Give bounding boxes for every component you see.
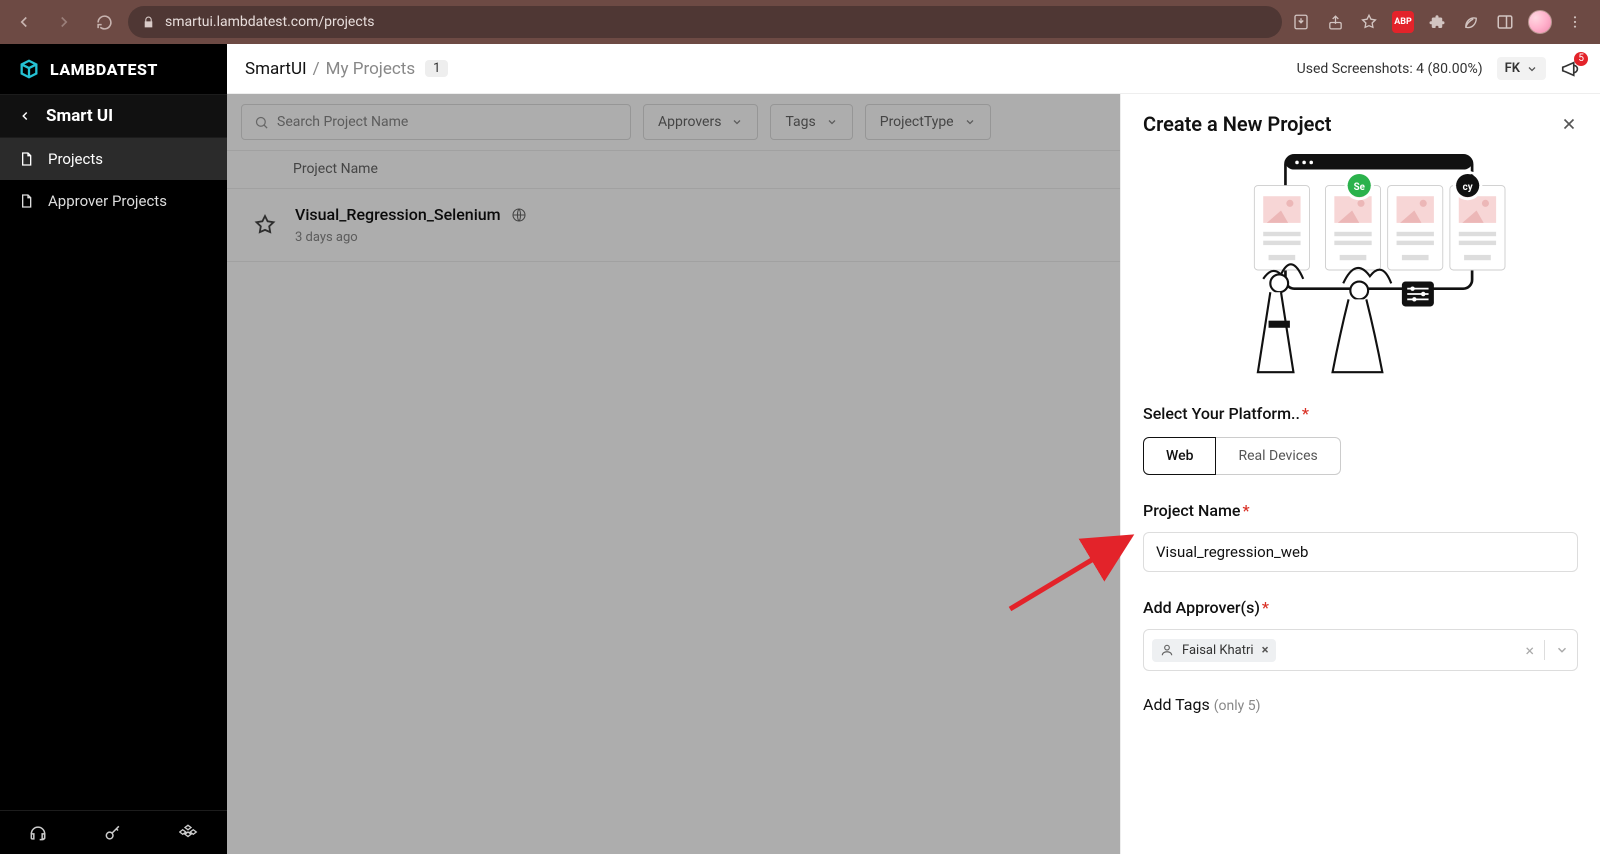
install-app-icon[interactable] [1290, 11, 1312, 33]
brand[interactable]: LAMBDATEST [0, 44, 227, 94]
integration-icon[interactable] [179, 823, 199, 843]
key-icon[interactable] [103, 823, 123, 843]
user-initials: FK [1505, 61, 1520, 76]
used-screenshots-label: Used Screenshots: 4 (80.00%) [1297, 61, 1483, 77]
drawer-title: Create a New Project [1143, 112, 1332, 136]
brand-name: LAMBDATEST [50, 60, 158, 79]
user-icon [1160, 643, 1174, 657]
back-chevron-icon [18, 109, 32, 123]
sidebar-item-approver-projects[interactable]: Approver Projects [0, 180, 227, 222]
chevron-down-icon[interactable] [1555, 643, 1569, 657]
kebab-menu-icon[interactable] [1564, 11, 1586, 33]
chip-remove-icon[interactable]: × [1262, 643, 1269, 658]
lock-icon [142, 16, 155, 29]
browser-chrome: smartui.lambdatest.com/projects ABP [0, 0, 1600, 44]
adblock-extension-icon[interactable]: ABP [1392, 11, 1414, 33]
share-icon[interactable] [1324, 11, 1346, 33]
clear-select-icon[interactable]: × [1525, 641, 1534, 660]
forward-button[interactable] [48, 6, 80, 38]
approvers-select[interactable]: Faisal Khatri × × [1143, 629, 1578, 671]
extensions-puzzle-icon[interactable] [1426, 11, 1448, 33]
hero-illustration: Se cy [1143, 136, 1578, 396]
leaf-extension-icon[interactable] [1460, 11, 1482, 33]
project-name-label: Project Name* [1143, 501, 1578, 520]
close-icon [1560, 115, 1578, 133]
close-button[interactable] [1560, 115, 1578, 133]
document-icon [18, 193, 34, 209]
svg-text:Se: Se [1353, 182, 1365, 193]
sidepanel-icon[interactable] [1494, 11, 1516, 33]
chevron-down-icon [1526, 63, 1538, 75]
module-name: Smart UI [46, 106, 113, 126]
platform-web-button[interactable]: Web [1143, 437, 1216, 475]
platform-real-devices-button[interactable]: Real Devices [1216, 437, 1340, 475]
url-bar[interactable]: smartui.lambdatest.com/projects [128, 6, 1282, 38]
brand-mark-icon [18, 58, 40, 80]
document-icon [18, 151, 34, 167]
sidebar-item-projects[interactable]: Projects [0, 138, 227, 180]
user-menu[interactable]: FK [1497, 57, 1546, 80]
sidebar-footer [0, 810, 227, 854]
notifications-button[interactable]: 5 [1560, 58, 1582, 80]
create-project-drawer: Create a New Project [1120, 94, 1600, 854]
approvers-label: Add Approver(s)* [1143, 598, 1578, 617]
breadcrumb: SmartUI / My Projects 1 [245, 59, 448, 79]
module-header[interactable]: Smart UI [0, 94, 227, 138]
reload-button[interactable] [88, 6, 120, 38]
crumb-current: My Projects [326, 59, 415, 79]
crumb-sep: / [313, 59, 320, 79]
topbar: SmartUI / My Projects 1 Used Screenshots… [227, 44, 1600, 94]
tags-label: Add Tags (only 5) [1143, 695, 1578, 714]
app-frame: LAMBDATEST Smart UI Projects Approver Pr… [0, 44, 1600, 854]
sidebar-item-label: Projects [48, 150, 103, 168]
url-text: smartui.lambdatest.com/projects [165, 14, 375, 30]
platform-label: Select Your Platform..* [1143, 404, 1578, 423]
crumb-root[interactable]: SmartUI [245, 59, 307, 79]
support-headset-icon[interactable] [28, 823, 48, 843]
select-controls: × [1525, 640, 1569, 660]
approver-chip[interactable]: Faisal Khatri × [1152, 639, 1276, 662]
platform-segment: Web Real Devices [1143, 437, 1578, 475]
chrome-extensions: ABP [1290, 10, 1592, 34]
svg-text:cy: cy [1462, 182, 1472, 193]
sidebar: LAMBDATEST Smart UI Projects Approver Pr… [0, 44, 227, 854]
project-name-input[interactable] [1143, 532, 1578, 572]
topbar-right: Used Screenshots: 4 (80.00%) FK 5 [1297, 57, 1582, 80]
notification-count-badge: 5 [1574, 52, 1588, 66]
chrome-profile-avatar[interactable] [1528, 10, 1552, 34]
back-button[interactable] [8, 6, 40, 38]
project-count-chip: 1 [425, 60, 448, 77]
bookmark-star-icon[interactable] [1358, 11, 1380, 33]
sidebar-item-label: Approver Projects [48, 192, 167, 210]
